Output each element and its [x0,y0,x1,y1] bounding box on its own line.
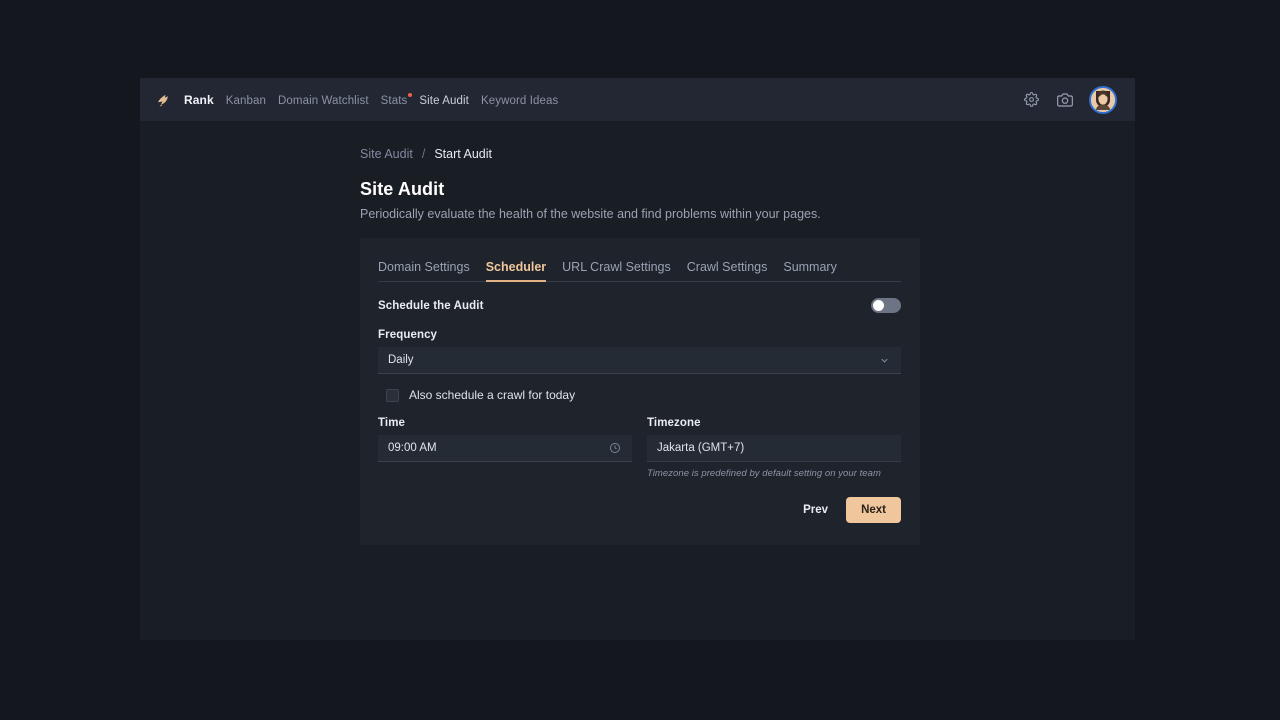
breadcrumb-parent-link[interactable]: Site Audit [360,147,413,161]
time-label: Time [378,417,406,429]
prev-button[interactable]: Prev [799,498,832,522]
nav-link-site-audit[interactable]: Site Audit [419,95,469,107]
gear-icon[interactable] [1021,90,1041,110]
tab-summary[interactable]: Summary [783,260,836,282]
schedule-audit-label: Schedule the Audit [378,299,484,312]
timezone-label: Timezone [647,417,701,429]
frequency-select[interactable]: Daily [378,347,901,374]
timezone-field-group: Timezone Jakarta (GMT+7) Timezone is pre… [647,417,901,479]
tab-domain-settings[interactable]: Domain Settings [378,260,470,282]
frequency-field-group: Frequency Daily [378,329,901,374]
desktop-backdrop: Rank Kanban Domain Watchlist Stats Site … [0,0,1280,720]
nav-link-kanban[interactable]: Kanban [226,95,266,107]
timezone-input: Jakarta (GMT+7) [647,435,901,462]
top-navigation-bar: Rank Kanban Domain Watchlist Stats Site … [140,78,1135,121]
timezone-helper-text: Timezone is predefined by default settin… [647,468,881,479]
time-input[interactable]: 09:00 AM [378,435,632,462]
next-button[interactable]: Next [846,497,901,523]
toggle-knob [873,300,884,311]
tab-bar: Domain Settings Scheduler URL Crawl Sett… [378,260,901,282]
clock-icon[interactable] [608,441,622,455]
nav-link-rank[interactable]: Rank [184,93,214,107]
content-wrapper: Site Audit / Start Audit Site Audit Peri… [360,147,920,545]
schedule-audit-row: Schedule the Audit [378,298,901,313]
page-subtitle: Periodically evaluate the health of the … [360,207,821,221]
time-timezone-row: Time 09:00 AM Timezone Jakarta (GMT+7) T… [378,417,901,479]
tab-url-crawl-settings[interactable]: URL Crawl Settings [562,260,671,282]
notification-dot-icon [408,92,413,97]
frequency-label: Frequency [378,329,438,341]
avatar[interactable] [1089,85,1117,114]
breadcrumb: Site Audit / Start Audit [360,147,920,161]
schedule-audit-toggle[interactable] [871,298,901,313]
crawl-today-checkbox[interactable] [386,388,399,402]
timezone-value: Jakarta (GMT+7) [657,442,745,454]
page-content: Site Audit / Start Audit Site Audit Peri… [140,121,1135,545]
nav-link-stats[interactable]: Stats [380,92,413,107]
nav-links: Rank Kanban Domain Watchlist Stats Site … [184,92,558,107]
time-value: 09:00 AM [388,442,437,454]
bird-logo-icon[interactable] [154,90,174,110]
time-field-group: Time 09:00 AM [378,417,632,479]
chevron-down-icon [877,353,891,367]
camera-icon[interactable] [1055,90,1075,110]
page-title: Site Audit [360,179,445,199]
nav-right-group [1021,85,1117,114]
crawl-today-label: Also schedule a crawl for today [409,388,576,402]
card-actions: Prev Next [378,497,901,523]
app-window: Rank Kanban Domain Watchlist Stats Site … [140,78,1135,640]
breadcrumb-current: Start Audit [434,147,492,161]
nav-link-keyword-ideas[interactable]: Keyword Ideas [481,95,558,107]
nav-left-group: Rank Kanban Domain Watchlist Stats Site … [154,90,558,110]
nav-link-stats-label: Stats [380,94,408,107]
nav-link-domain-watchlist[interactable]: Domain Watchlist [278,95,369,107]
frequency-value: Daily [388,354,414,366]
audit-settings-card: Domain Settings Scheduler URL Crawl Sett… [360,238,920,545]
tab-crawl-settings[interactable]: Crawl Settings [687,260,768,282]
breadcrumb-separator: / [421,147,426,161]
crawl-today-row: Also schedule a crawl for today [378,388,901,402]
tab-scheduler[interactable]: Scheduler [485,260,547,282]
